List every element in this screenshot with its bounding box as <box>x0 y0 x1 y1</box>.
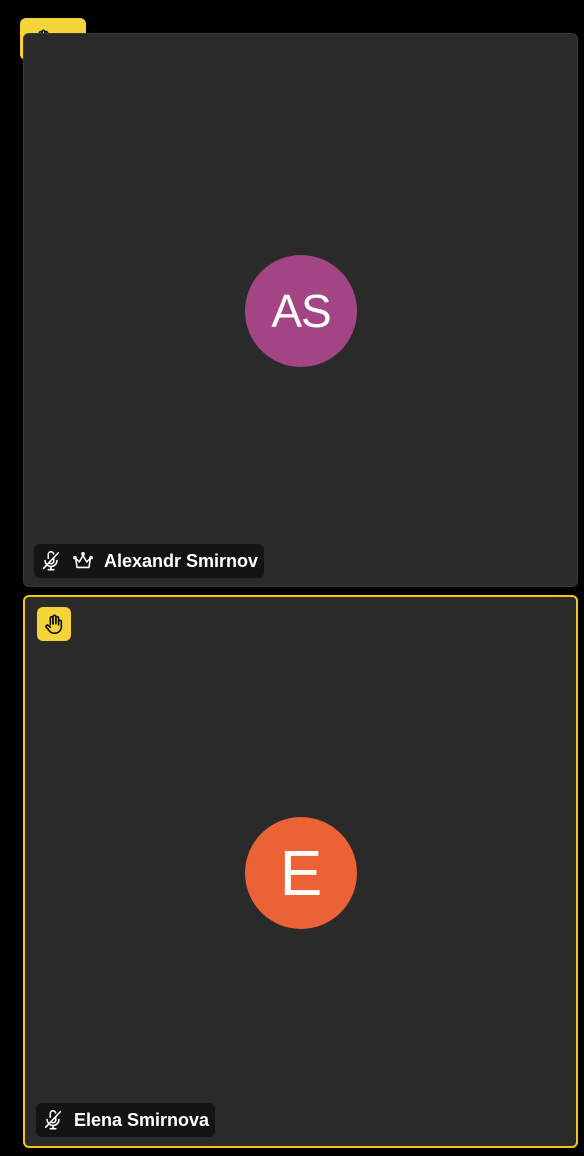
crown-icon <box>72 550 94 572</box>
participant-tile[interactable]: AS Alexandr Smirnov <box>23 33 578 587</box>
avatar: AS <box>245 255 357 367</box>
mic-off-icon <box>42 1109 64 1131</box>
participant-name: Alexandr Smirnov <box>104 550 259 571</box>
participant-name-tag: Alexandr Smirnov <box>34 544 265 578</box>
participant-name: Elena Smirnova <box>74 1109 210 1130</box>
raised-hand-icon <box>43 613 65 635</box>
avatar-initials: E <box>279 837 323 909</box>
participant-tile-active[interactable]: E Elena Smirnova <box>23 595 578 1148</box>
avatar-initials: AS <box>271 285 331 337</box>
avatar: E <box>245 817 357 929</box>
raised-hand-badge <box>37 607 71 641</box>
mic-off-icon <box>40 550 62 572</box>
video-grid: 1 AS <box>0 0 584 1156</box>
participant-name-tag: Elena Smirnova <box>36 1103 216 1137</box>
